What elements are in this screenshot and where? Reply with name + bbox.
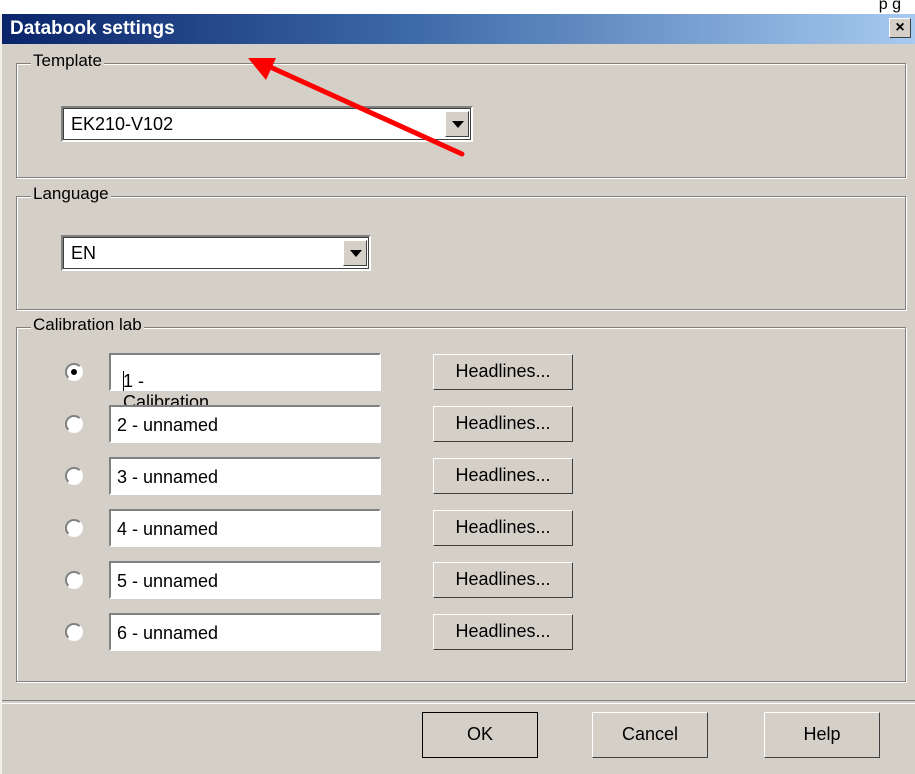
template-select-value: EK210-V102: [71, 114, 174, 134]
lab-5-headlines-button[interactable]: Headlines...: [433, 562, 573, 598]
lab-4-name-field[interactable]: 4 - unnamed: [109, 509, 381, 547]
language-group-label: Language: [31, 184, 111, 204]
lab-4-name: 4 - unnamed: [117, 519, 219, 539]
calibration-lab-group-label: Calibration lab: [31, 315, 144, 335]
top-partial-text: p g: [878, 0, 901, 13]
lab-5-name: 5 - unnamed: [117, 571, 219, 591]
dialog-title: Databook settings: [10, 18, 175, 39]
language-select-value: EN: [71, 243, 97, 263]
radio-selected-dot: [71, 369, 77, 375]
lab-3-radio[interactable]: [65, 467, 83, 485]
lab-6-headlines-button[interactable]: Headlines...: [433, 614, 573, 650]
lab-1-radio[interactable]: [65, 363, 83, 381]
calibration-lab-row: 3 - unnamed Headlines...: [17, 457, 905, 497]
calibration-lab-row: 6 - unnamed Headlines...: [17, 613, 905, 653]
lab-1-name-field[interactable]: 1 - Calibration lab: [109, 353, 381, 433]
lab-5-name-field[interactable]: 5 - unnamed: [109, 561, 381, 599]
lab-6-radio[interactable]: [65, 623, 83, 641]
close-button[interactable]: ×: [889, 18, 911, 38]
language-dropdown-button[interactable]: [343, 240, 367, 266]
calibration-lab-row: 2 - unnamed Headlines...: [17, 405, 905, 445]
chevron-down-icon: [452, 121, 464, 128]
help-button[interactable]: Help: [764, 712, 880, 758]
template-select[interactable]: EK210-V102: [61, 106, 473, 142]
calibration-lab-group: Calibration lab 1 - Calibration lab Head…: [16, 315, 906, 682]
template-dropdown-button[interactable]: [445, 111, 469, 137]
lab-4-radio[interactable]: [65, 519, 83, 537]
calibration-lab-row: 1 - Calibration lab Headlines...: [17, 353, 905, 433]
lab-3-headlines-button[interactable]: Headlines...: [433, 458, 573, 494]
lab-1-headlines-button[interactable]: Headlines...: [433, 354, 573, 390]
lab-6-name: 6 - unnamed: [117, 623, 219, 643]
calibration-lab-row: 4 - unnamed Headlines...: [17, 509, 905, 549]
template-group: Template EK210-V102: [16, 51, 906, 178]
databook-settings-dialog: Databook settings × Template EK210-V102 …: [0, 14, 915, 774]
footer-separator: [2, 700, 915, 704]
lab-2-radio[interactable]: [65, 415, 83, 433]
lab-3-name: 3 - unnamed: [117, 467, 219, 487]
cancel-button[interactable]: Cancel: [592, 712, 708, 758]
template-group-label: Template: [31, 51, 104, 71]
lab-2-headlines-button[interactable]: Headlines...: [433, 406, 573, 442]
calibration-lab-row: 5 - unnamed Headlines...: [17, 561, 905, 601]
lab-6-name-field[interactable]: 6 - unnamed: [109, 613, 381, 651]
lab-5-radio[interactable]: [65, 571, 83, 589]
language-group: Language EN: [16, 184, 906, 310]
title-bar[interactable]: Databook settings ×: [2, 14, 915, 44]
language-select[interactable]: EN: [61, 235, 371, 271]
lab-2-name: 2 - unnamed: [117, 415, 219, 435]
lab-4-headlines-button[interactable]: Headlines...: [433, 510, 573, 546]
chevron-down-icon: [350, 250, 362, 257]
ok-button[interactable]: OK: [422, 712, 538, 758]
lab-3-name-field[interactable]: 3 - unnamed: [109, 457, 381, 495]
lab-2-name-field[interactable]: 2 - unnamed: [109, 405, 381, 443]
